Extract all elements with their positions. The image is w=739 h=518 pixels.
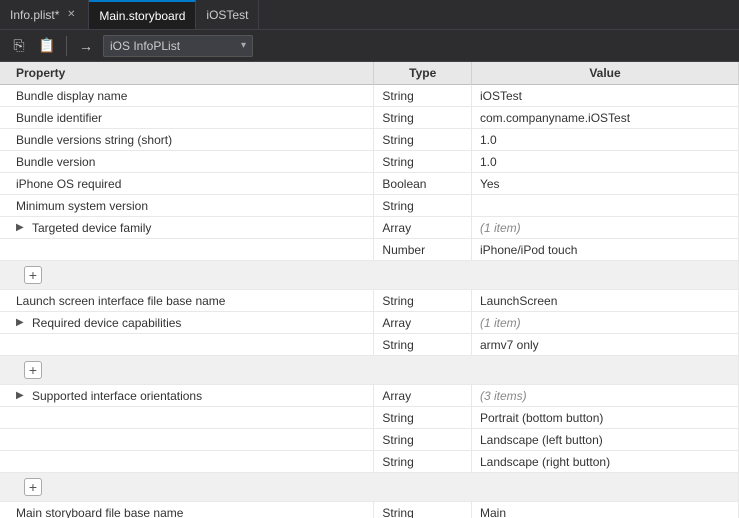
cell-property: [0, 429, 374, 451]
cell-property: Main storyboard file base name: [0, 502, 374, 518]
cell-type: String: [374, 195, 472, 217]
cell-value: Main: [471, 502, 738, 518]
paste-button[interactable]: 📋: [36, 35, 58, 57]
plist-content: Property Type Value Bundle display nameS…: [0, 62, 739, 518]
cell-property: ▶Required device capabilities: [0, 312, 374, 334]
link-button[interactable]: →: [75, 35, 97, 57]
tab-main-storyboard[interactable]: Main.storyboard: [89, 0, 196, 29]
col-header-type: Type: [374, 62, 472, 85]
cell-property: ▶Supported interface orientations: [0, 385, 374, 407]
table-row[interactable]: Minimum system versionString: [0, 195, 739, 217]
cell-type: Array: [374, 217, 472, 239]
collapse-icon[interactable]: ▶: [16, 390, 28, 402]
table-row[interactable]: Bundle display nameStringiOSTest: [0, 85, 739, 107]
tab-bar: Info.plist* ✕ Main.storyboard iOSTest: [0, 0, 739, 30]
cell-value: LaunchScreen: [471, 290, 738, 312]
cell-property: [0, 451, 374, 473]
cell-property: [0, 239, 374, 261]
cell-value: 1.0: [471, 129, 738, 151]
copy-button[interactable]: ⎘: [8, 35, 30, 57]
table-row[interactable]: iPhone OS requiredBooleanYes: [0, 173, 739, 195]
add-item-button[interactable]: +: [24, 361, 42, 379]
table-header-row: Property Type Value: [0, 62, 739, 85]
plist-table: Property Type Value Bundle display nameS…: [0, 62, 739, 518]
cell-type: Boolean: [374, 173, 472, 195]
table-row[interactable]: Bundle versionString1.0: [0, 151, 739, 173]
table-row[interactable]: Bundle versions string (short)String1.0: [0, 129, 739, 151]
cell-type: String: [374, 151, 472, 173]
cell-value: com.companyname.iOSTest: [471, 107, 738, 129]
add-item-button[interactable]: +: [24, 478, 42, 496]
table-row[interactable]: Bundle identifierStringcom.companyname.i…: [0, 107, 739, 129]
cell-property: Bundle display name: [0, 85, 374, 107]
cell-type: Number: [374, 239, 472, 261]
table-row[interactable]: Stringarmv7 only: [0, 334, 739, 356]
add-item-cell: +: [0, 261, 739, 290]
cell-type: String: [374, 334, 472, 356]
cell-property: Bundle identifier: [0, 107, 374, 129]
cell-type: Array: [374, 312, 472, 334]
cell-value: (3 items): [471, 385, 738, 407]
table-row[interactable]: ▶Required device capabilitiesArray(1 ite…: [0, 312, 739, 334]
tab-info-plist-close[interactable]: ✕: [64, 8, 78, 22]
toolbar-divider: [66, 36, 67, 56]
tab-info-plist[interactable]: Info.plist* ✕: [0, 0, 89, 29]
cell-type: String: [374, 407, 472, 429]
cell-property: Bundle versions string (short): [0, 129, 374, 151]
cell-type: String: [374, 129, 472, 151]
cell-type: String: [374, 429, 472, 451]
dropdown-arrow-icon: ▾: [241, 40, 246, 51]
cell-type: String: [374, 107, 472, 129]
cell-property: Bundle version: [0, 151, 374, 173]
cell-value: (1 item): [471, 312, 738, 334]
col-header-property: Property: [0, 62, 374, 85]
cell-value: iPhone/iPod touch: [471, 239, 738, 261]
table-row[interactable]: ▶Supported interface orientationsArray(3…: [0, 385, 739, 407]
cell-type: String: [374, 290, 472, 312]
cell-type: String: [374, 502, 472, 518]
dropdown-wrapper[interactable]: iOS InfoPList ▾: [103, 35, 253, 57]
cell-type: String: [374, 85, 472, 107]
cell-value: Portrait (bottom button): [471, 407, 738, 429]
table-row[interactable]: StringLandscape (left button): [0, 429, 739, 451]
table-row[interactable]: StringPortrait (bottom button): [0, 407, 739, 429]
table-row[interactable]: StringLandscape (right button): [0, 451, 739, 473]
tab-ios-test-label: iOSTest: [206, 8, 248, 22]
cell-value: Landscape (right button): [471, 451, 738, 473]
cell-value: iOSTest: [471, 85, 738, 107]
add-item-row: +: [0, 261, 739, 290]
tab-info-plist-label: Info.plist*: [10, 8, 59, 22]
table-row[interactable]: NumberiPhone/iPod touch: [0, 239, 739, 261]
add-item-cell: +: [0, 473, 739, 502]
dropdown-label: iOS InfoPList: [110, 39, 180, 53]
cell-property: [0, 407, 374, 429]
cell-value: [471, 195, 738, 217]
cell-value: Yes: [471, 173, 738, 195]
cell-type: String: [374, 451, 472, 473]
cell-value: (1 item): [471, 217, 738, 239]
add-item-row: +: [0, 356, 739, 385]
cell-property: Minimum system version: [0, 195, 374, 217]
cell-type: Array: [374, 385, 472, 407]
table-row[interactable]: Launch screen interface file base nameSt…: [0, 290, 739, 312]
cell-value: Landscape (left button): [471, 429, 738, 451]
table-row[interactable]: Main storyboard file base nameStringMain: [0, 502, 739, 518]
cell-value: 1.0: [471, 151, 738, 173]
cell-property: iPhone OS required: [0, 173, 374, 195]
cell-property: ▶Targeted device family: [0, 217, 374, 239]
table-row[interactable]: ▶Targeted device familyArray(1 item): [0, 217, 739, 239]
add-item-button[interactable]: +: [24, 266, 42, 284]
add-item-row: +: [0, 473, 739, 502]
toolbar: ⎘ 📋 → iOS InfoPList ▾: [0, 30, 739, 62]
cell-value: armv7 only: [471, 334, 738, 356]
cell-property: Launch screen interface file base name: [0, 290, 374, 312]
collapse-icon[interactable]: ▶: [16, 317, 28, 329]
collapse-icon[interactable]: ▶: [16, 222, 28, 234]
tab-main-storyboard-label: Main.storyboard: [99, 9, 185, 23]
add-item-cell: +: [0, 356, 739, 385]
cell-property: [0, 334, 374, 356]
tab-ios-test[interactable]: iOSTest: [196, 0, 259, 29]
col-header-value: Value: [471, 62, 738, 85]
